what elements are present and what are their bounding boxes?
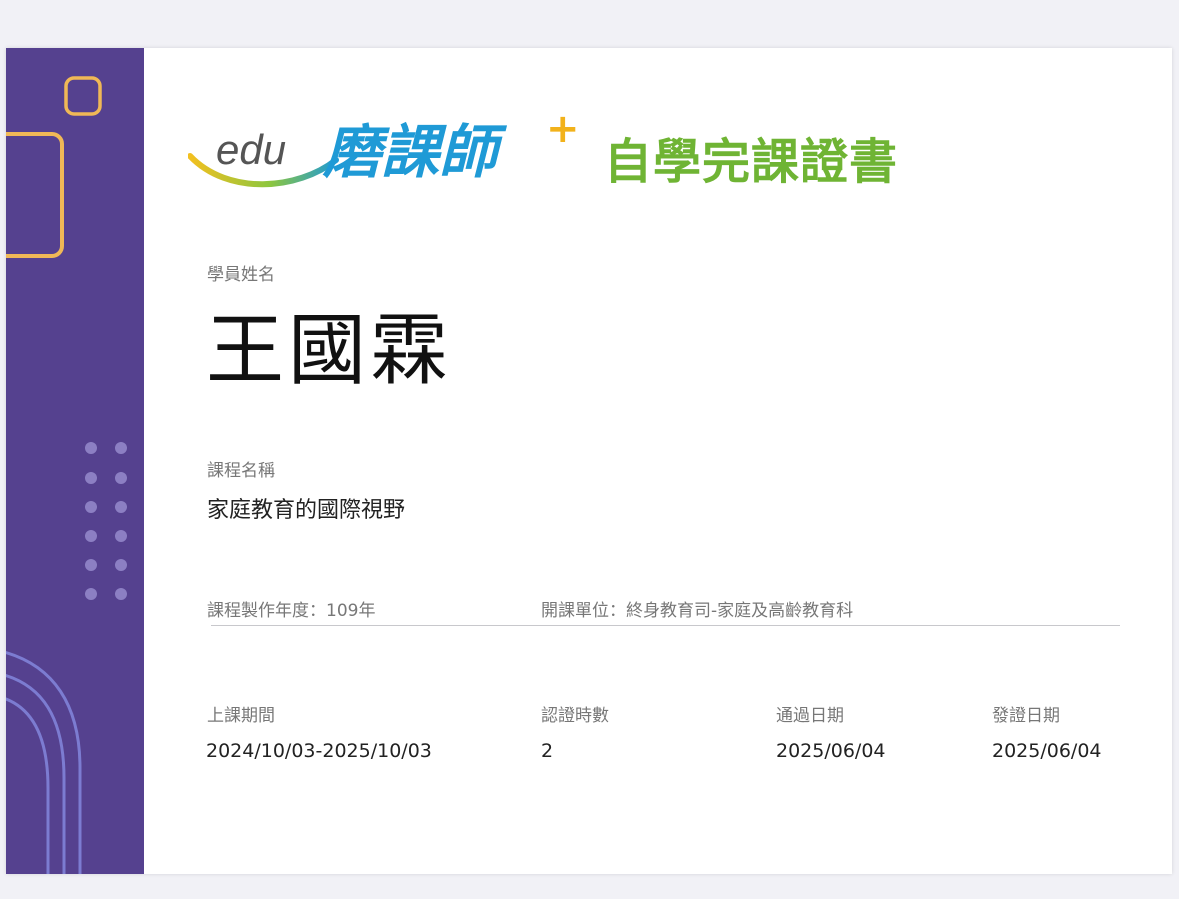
student-name: 王國霖	[206, 306, 453, 396]
arc-lines-icon	[6, 651, 82, 874]
student-name-label: 學員姓名	[207, 265, 275, 285]
issue-date-value: 2025/06/04	[992, 740, 1102, 762]
sidebar-decoration	[6, 76, 127, 874]
issue-date-label: 發證日期	[992, 706, 1060, 726]
large-rounded-square-icon	[6, 132, 64, 258]
edu-moocs-logo: edu 磨課師 +	[188, 108, 580, 188]
certificate: edu 磨課師 + 自學完課證書 學員姓名 王國霖 課程名稱 家庭教育的國際視野…	[6, 48, 1172, 874]
course-name: 家庭教育的國際視野	[207, 498, 406, 523]
logo-edu-text: edu	[216, 126, 286, 173]
hours-value: 2	[541, 740, 554, 762]
pass-date-value: 2025/06/04	[776, 740, 886, 762]
organizer: 開課單位：終身教育司-家庭及高齡教育科	[541, 601, 854, 621]
production-year: 課程製作年度：109年	[207, 601, 376, 621]
logo-brand-text: 磨課師	[322, 118, 508, 186]
small-rounded-square-icon	[64, 76, 102, 116]
decorative-sidebar	[6, 48, 144, 874]
period-value: 2024/10/03-2025/10/03	[206, 740, 432, 762]
hours-label: 認證時數	[541, 706, 609, 726]
period-label: 上課期間	[207, 706, 275, 726]
course-name-label: 課程名稱	[207, 461, 275, 481]
divider	[211, 625, 1120, 626]
pass-date-label: 通過日期	[776, 706, 844, 726]
certificate-title: 自學完課證書	[604, 134, 899, 190]
dot-grid-icon	[85, 442, 127, 600]
logo-plus-icon: +	[546, 108, 580, 152]
